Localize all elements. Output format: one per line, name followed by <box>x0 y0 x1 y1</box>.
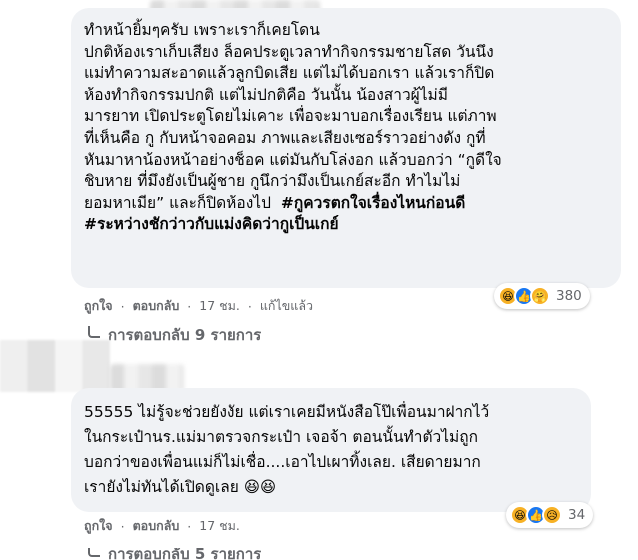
edited-label[interactable]: แก้ไขแล้ว <box>260 296 313 316</box>
avatar-blurred[interactable] <box>0 340 110 392</box>
comment-line: ห้องทำกิจกรรมปกติ แต่ไม่ปกติคือ วันนั้น … <box>84 85 448 104</box>
comment-line: ในกระเป๋านร.แม่มาตรวจกระเป๋า เจอจ้า ตอนน… <box>84 428 479 446</box>
reply-arrow-icon <box>88 548 100 557</box>
separator-dot: · <box>187 518 192 534</box>
timestamp[interactable]: 17 ชม. <box>199 296 240 316</box>
view-replies-link[interactable]: การตอบกลับ 5 รายการ <box>88 548 261 560</box>
view-replies-link[interactable]: การตอบกลับ 9 รายการ <box>88 324 261 346</box>
comment-actions: ถูกใจ · ตอบกลับ · 17 ชม. <box>84 516 240 536</box>
comment-line: ยอมหาเมีย” และก็ปิดห้องไป <box>84 193 271 212</box>
reply-arrow-icon <box>88 326 100 338</box>
comment-line: แม่ทำความสะอาดแล้วลูกบิดเสีย แต่ไม่ได้บอ… <box>84 64 495 83</box>
comment-line: ที่เห็นคือ กู กับหน้าจอคอม ภาพและเสียงเซ… <box>84 128 486 147</box>
hashtag-link[interactable]: #ระหว่างชักว่าวกับแม่งคิดว่ากูเป็นเกย์ <box>84 214 502 236</box>
comment-line: 55555 ไม่รู้จะช่วยยังงัย แต่เราเคยมีหนัง… <box>84 403 490 421</box>
reaction-summary[interactable]: 😆 👍 😥 34 <box>506 502 594 528</box>
comment-line: บอกว่าของเพื่อนแม่ก็ไม่เชื่อ....เอาไปเผา… <box>84 453 481 471</box>
reaction-summary[interactable]: 😆 👍 🤗 380 <box>494 283 590 309</box>
comment-line: ชิบหาย ที่มึงยังเป็นผู้ชาย กูนึกว่ามึงเป… <box>84 172 461 191</box>
comment-line: ทำหน้ายิ้มๆครับ เพราะเราก็เคยโดน <box>84 21 320 39</box>
replies-count-label: การตอบกลับ 5 รายการ <box>108 548 262 560</box>
comment-line: เรายังไม่ทันได้เปิดดูเลย 😆😆 <box>84 478 277 496</box>
comment-text: 55555 ไม่รู้จะช่วยยังงัย แต่เราเคยมีหนัง… <box>84 400 489 500</box>
comment-text: ทำหน้ายิ้มๆครับ เพราะเราก็เคยโดน ปกติห้อ… <box>84 20 502 236</box>
replies-count-label: การตอบกลับ 9 รายการ <box>108 326 262 344</box>
timestamp[interactable]: 17 ชม. <box>199 516 240 536</box>
separator-dot: · <box>187 298 192 314</box>
sad-icon: 😥 <box>542 505 562 525</box>
hashtag-link[interactable]: #กูควรตกใจเรื่องไหนก่อนดี <box>281 193 465 215</box>
like-button[interactable]: ถูกใจ <box>84 296 113 316</box>
comment-line: มารยาท เปิดประตูโดยไม่เคาะ เพื่อจะมาบอกเ… <box>84 107 497 126</box>
separator-dot: · <box>120 298 125 314</box>
comment-line: ปกติห้องเราเก็บเสียง ล็อคประตูเวลาทำกิจก… <box>84 42 494 61</box>
reply-button[interactable]: ตอบกลับ <box>133 516 180 536</box>
comment-actions: ถูกใจ · ตอบกลับ · 17 ชม. · แก้ไขแล้ว <box>84 296 313 316</box>
care-icon: 🤗 <box>530 286 550 306</box>
reaction-count: 380 <box>556 288 582 304</box>
comment-line: หันมาหาน้องหน้าอย่างช็อค แต่มันกับโล่งอก… <box>84 150 502 169</box>
like-button[interactable]: ถูกใจ <box>84 516 113 536</box>
separator-dot: · <box>120 518 125 534</box>
separator-dot: · <box>247 298 252 314</box>
reaction-count: 34 <box>568 507 586 523</box>
reply-button[interactable]: ตอบกลับ <box>133 296 180 316</box>
